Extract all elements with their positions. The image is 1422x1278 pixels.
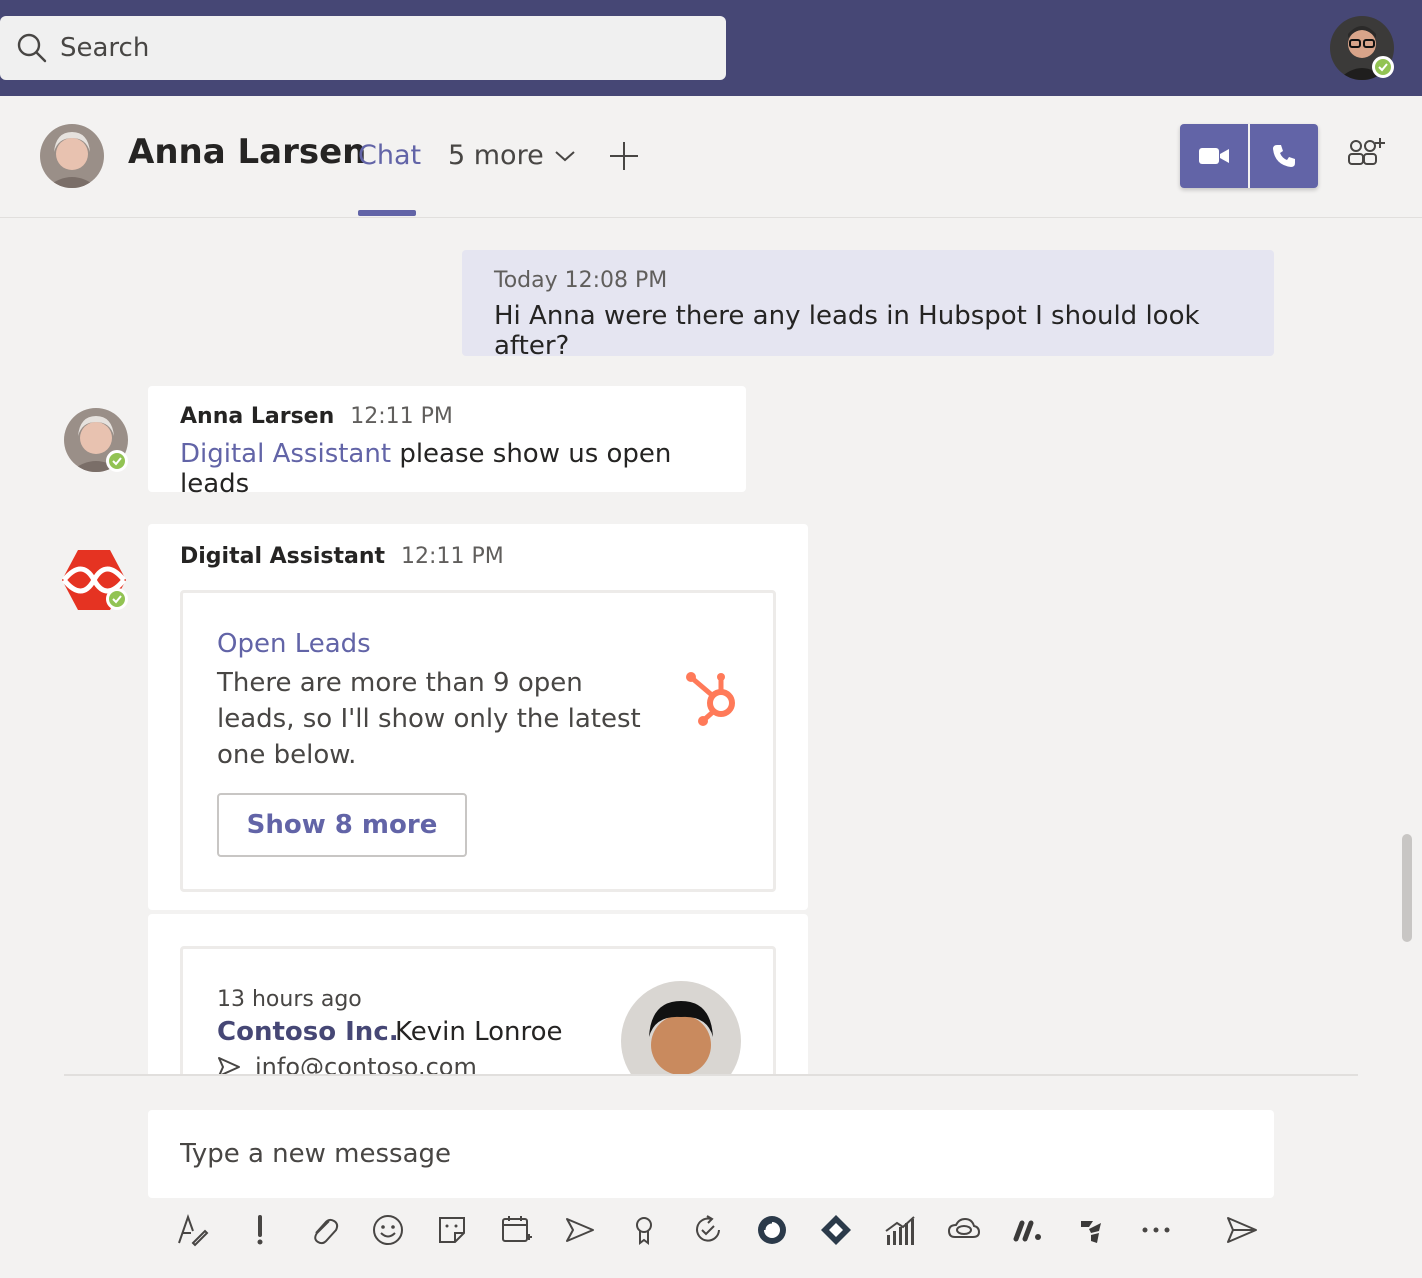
- important-icon[interactable]: [238, 1208, 282, 1252]
- format-icon[interactable]: [170, 1208, 214, 1252]
- tab-chat[interactable]: Chat: [358, 140, 421, 171]
- audio-call-button[interactable]: [1250, 124, 1318, 188]
- sender-name[interactable]: Anna Larsen: [180, 404, 334, 429]
- lead-email-row[interactable]: info@contoso.com: [217, 1053, 477, 1074]
- hubspot-icon: [686, 672, 735, 726]
- sender-name[interactable]: Digital Assistant: [180, 544, 385, 569]
- video-camera-icon: [1199, 148, 1229, 164]
- presence-available-icon: [106, 450, 128, 472]
- message-time: Today 12:08 PM: [494, 268, 668, 293]
- creative-cloud-icon[interactable]: [942, 1208, 986, 1252]
- presence-available-icon: [1372, 56, 1394, 78]
- video-call-button[interactable]: [1180, 124, 1248, 188]
- attach-icon[interactable]: [302, 1208, 346, 1252]
- mention-link[interactable]: Digital Assistant: [180, 439, 391, 469]
- call-buttons: [1180, 124, 1318, 188]
- compose-divider: [64, 1074, 1358, 1076]
- monday-icon[interactable]: [1006, 1208, 1050, 1252]
- jira-icon[interactable]: [814, 1208, 858, 1252]
- search-input[interactable]: Search: [60, 33, 149, 63]
- lead-company-link[interactable]: Contoso Inc.: [217, 1017, 399, 1047]
- card-title: Open Leads: [217, 629, 371, 659]
- contact-avatar: [40, 124, 104, 188]
- tab-more-dropdown[interactable]: 5 more: [448, 140, 576, 171]
- chevron-down-icon: [555, 150, 575, 161]
- adaptive-card-lead: 13 hours ago Contoso Inc. Kevin Lonroe i…: [180, 946, 776, 1074]
- chat-header: Anna Larsen Chat 5 more: [0, 96, 1422, 218]
- message-time: 12:11 PM: [350, 404, 453, 429]
- lead-time-ago: 13 hours ago: [217, 987, 362, 1012]
- card-description: There are more than 9 open leads, so I'l…: [217, 668, 641, 770]
- message-time: 12:11 PM: [401, 544, 504, 569]
- message-digital-assistant[interactable]: Digital Assistant 12:11 PM Open Leads The…: [148, 524, 808, 910]
- jira-cloud-icon[interactable]: [1070, 1208, 1114, 1252]
- message-anna[interactable]: Anna Larsen 12:11 PM Digital Assistant pl…: [148, 386, 746, 499]
- send-icon: [218, 1057, 240, 1074]
- more-icon[interactable]: [1134, 1208, 1178, 1252]
- stream-icon[interactable]: [558, 1208, 602, 1252]
- compose-toolbar: [160, 1208, 1290, 1252]
- lead-email[interactable]: info@contoso.com: [255, 1053, 477, 1074]
- message-input[interactable]: [180, 1139, 1180, 1169]
- praise-icon[interactable]: [622, 1208, 666, 1252]
- add-tab-icon[interactable]: [608, 140, 640, 172]
- chat-pane: Today 12:08 PM Hi Anna were there any le…: [0, 218, 1422, 1074]
- search-box[interactable]: Search: [0, 16, 726, 80]
- message-lead-card[interactable]: 13 hours ago Contoso Inc. Kevin Lonroe i…: [148, 914, 808, 1074]
- contact-name: Anna Larsen: [128, 132, 367, 172]
- lead-contact-name: Kevin Lonroe: [395, 1017, 563, 1047]
- presence-available-icon: [106, 588, 128, 610]
- message-mine[interactable]: Today 12:08 PM Hi Anna were there any le…: [462, 250, 1274, 361]
- loop-icon[interactable]: [750, 1208, 794, 1252]
- emoji-icon[interactable]: [366, 1208, 410, 1252]
- schedule-meeting-icon[interactable]: [494, 1208, 538, 1252]
- active-tab-indicator: [358, 210, 416, 216]
- chat-scrollbar[interactable]: [1402, 834, 1412, 942]
- analytics-icon[interactable]: [878, 1208, 922, 1252]
- sticker-icon[interactable]: [430, 1208, 474, 1252]
- message-text: Hi Anna were there any leads in Hubspot …: [494, 301, 1200, 361]
- approvals-icon[interactable]: [686, 1208, 730, 1252]
- tab-more-label: 5 more: [448, 140, 544, 171]
- send-button[interactable]: [1220, 1208, 1264, 1252]
- phone-icon: [1273, 145, 1295, 167]
- add-people-icon[interactable]: [1346, 136, 1386, 172]
- compose-box[interactable]: [148, 1110, 1274, 1198]
- show-more-button[interactable]: Show 8 more: [217, 793, 467, 857]
- search-icon: [17, 33, 47, 63]
- lead-contact-photo: [621, 981, 741, 1074]
- adaptive-card-open-leads: Open Leads There are more than 9 open le…: [180, 590, 776, 892]
- top-bar: Search: [0, 0, 1422, 96]
